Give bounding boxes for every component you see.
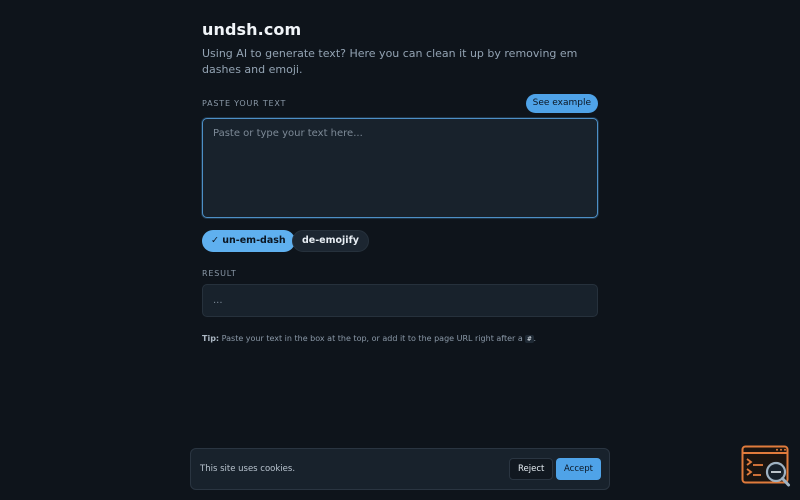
de-emojify-toggle[interactable]: de-emojify [292, 230, 369, 252]
text-input[interactable] [202, 118, 598, 218]
cookie-message: This site uses cookies. [200, 464, 296, 474]
tip-suffix: . [533, 334, 537, 343]
terminal-search-icon-graphic [741, 445, 790, 487]
page: undsh.com Using AI to generate text? Her… [0, 0, 800, 500]
paste-label: PASTE YOUR TEXT [202, 99, 287, 108]
tip-body: Paste your text in the box at the top, o… [219, 334, 526, 343]
tip-code: # [525, 335, 534, 343]
site-subtitle: Using AI to generate text? Here you can … [202, 47, 578, 76]
tip-text: Tip: Paste your text in the box at the t… [202, 333, 598, 345]
cookie-banner: This site uses cookies. Reject Accept [190, 448, 610, 490]
site-title: undsh.com [202, 20, 302, 39]
result-output[interactable]: ... [202, 284, 598, 317]
accept-cookies-button[interactable]: Accept [556, 458, 601, 480]
see-example-button[interactable]: See example [525, 94, 598, 113]
reject-cookies-button[interactable]: Reject [509, 458, 554, 480]
tip-prefix: Tip: [202, 334, 220, 343]
un-em-dash-toggle[interactable]: ✓ un-em-dash [202, 230, 295, 252]
result-label: RESULT [202, 269, 237, 278]
terminal-search-icon[interactable] [741, 445, 791, 489]
